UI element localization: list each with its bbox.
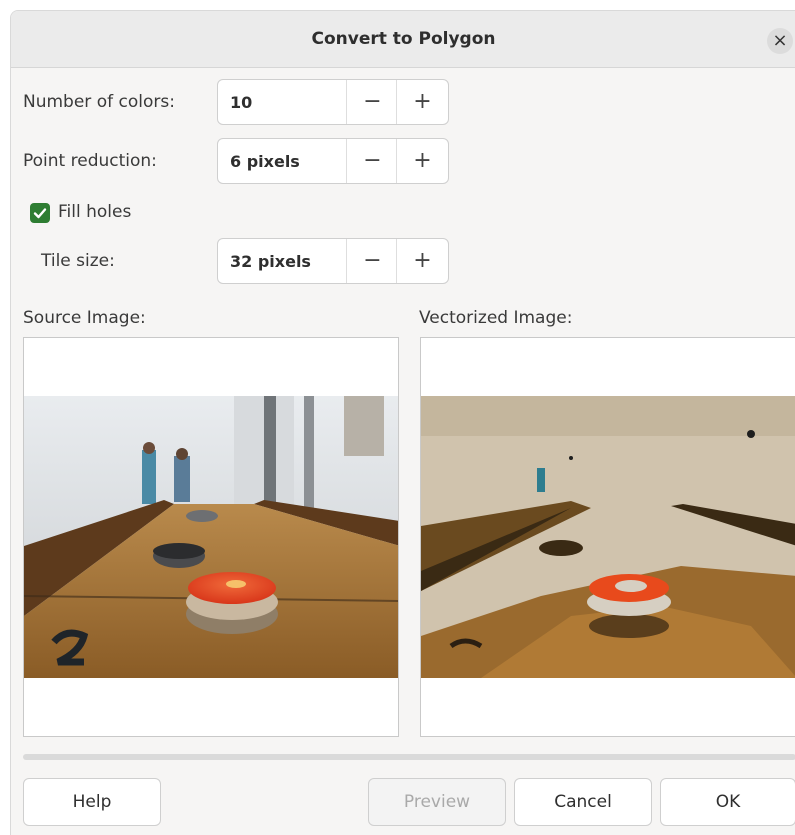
close-icon: × <box>772 30 788 51</box>
source-image-panel <box>23 337 399 737</box>
cancel-button[interactable]: Cancel <box>514 778 652 826</box>
preview-button[interactable]: Preview <box>368 778 506 826</box>
point-reduction-spinbox: 6 pixels − + <box>217 138 449 184</box>
tile-size-increment-button[interactable]: + <box>396 239 448 283</box>
checkmark-icon <box>33 208 47 219</box>
tile-size-label: Tile size: <box>41 251 115 271</box>
ok-button[interactable]: OK <box>660 778 795 826</box>
vectorized-image-label: Vectorized Image: <box>419 308 573 328</box>
close-button[interactable]: × <box>767 28 793 54</box>
point-reduction-label: Point reduction: <box>23 151 157 171</box>
tile-size-value[interactable]: 32 pixels <box>230 252 311 271</box>
point-reduction-increment-button[interactable]: + <box>396 139 448 183</box>
source-image <box>24 396 398 678</box>
colors-spinbox: 10 − + <box>217 79 449 125</box>
colors-value[interactable]: 10 <box>230 93 252 112</box>
tile-size-spinbox: 32 pixels − + <box>217 238 449 284</box>
vectorized-image <box>421 396 795 678</box>
point-reduction-value[interactable]: 6 pixels <box>230 152 300 171</box>
fill-holes-label[interactable]: Fill holes <box>58 202 131 222</box>
point-reduction-decrement-button[interactable]: − <box>346 139 398 183</box>
vectorized-image-panel <box>420 337 795 737</box>
convert-to-polygon-dialog: Convert to Polygon × Number of colors: 1… <box>10 10 795 835</box>
colors-label: Number of colors: <box>23 92 175 112</box>
fill-holes-checkbox[interactable] <box>30 203 50 223</box>
colors-increment-button[interactable]: + <box>396 80 448 124</box>
tile-size-decrement-button[interactable]: − <box>346 239 398 283</box>
colors-decrement-button[interactable]: − <box>346 80 398 124</box>
title-bar: Convert to Polygon × <box>11 11 795 68</box>
source-image-label: Source Image: <box>23 308 146 328</box>
dialog-title: Convert to Polygon <box>311 29 496 49</box>
help-button[interactable]: Help <box>23 778 161 826</box>
separator <box>23 754 795 760</box>
